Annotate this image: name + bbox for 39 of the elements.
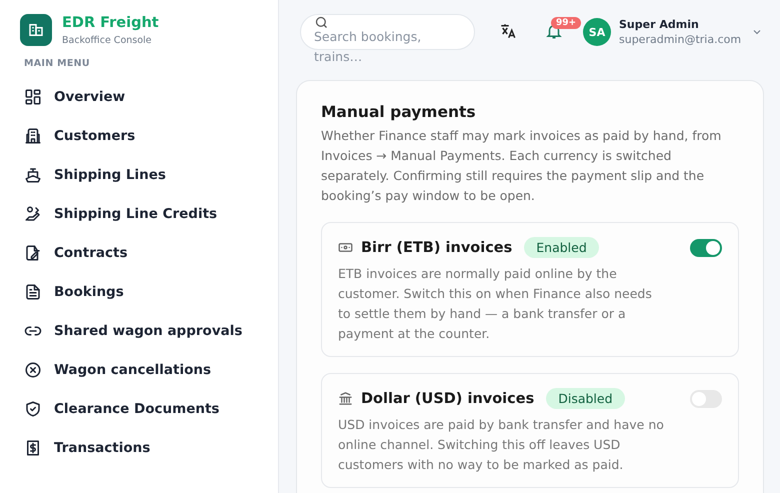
sidebar-item[interactable]: Bookings	[20, 272, 278, 311]
sidebar-item[interactable]: Shared wagon approvals	[20, 311, 278, 350]
currency-title: Birr (ETB) invoices	[361, 240, 512, 256]
ship-icon	[24, 166, 42, 184]
currency-title: Dollar (USD) invoices	[361, 390, 534, 406]
currency-description: ETB invoices are normally paid online by the customer. Switch this on when Finance also needs to settle them by hand — a bank transfer or a payment at the counter.	[338, 265, 653, 343]
bank-icon	[338, 391, 353, 406]
sidebar-item[interactable]: Overview	[20, 77, 278, 116]
status-pill: Enabled	[524, 237, 599, 258]
sidebar-item[interactable]: Customers	[20, 116, 278, 155]
sidebar-item[interactable]: Contracts	[20, 233, 278, 272]
status-pill: Disabled	[546, 388, 625, 409]
building-icon	[27, 21, 45, 39]
section-heading: MAIN MENU	[24, 58, 91, 69]
building-icon	[24, 126, 42, 144]
search-icon	[314, 15, 329, 30]
circle-x-icon	[24, 360, 42, 378]
shield-check-icon	[24, 400, 42, 418]
banknote-icon	[338, 240, 353, 255]
sidebar-item[interactable]: Wagon cancellations	[20, 350, 278, 389]
document-icon	[24, 282, 42, 300]
panel-title: Manual payments	[321, 103, 477, 121]
sidebar-item[interactable]: Shipping Line Credits	[20, 194, 278, 233]
panel-description: Whether Finance staff may mark invoices as paid by hand, from Invoices → Manual Payments. Each currency is switched separately. Confirming still requires the payment slip and the booking’s pay window to be open.	[321, 127, 722, 205]
grid-icon	[24, 88, 42, 106]
sidebar-item[interactable]: Shipping Lines	[20, 155, 278, 194]
toggle-switch[interactable]	[690, 239, 722, 257]
sidebar-item[interactable]: Clearance Documents	[20, 389, 278, 428]
document-pen-icon	[24, 244, 42, 262]
brand-subtitle: Backoffice Console	[62, 34, 153, 46]
sidebar-item[interactable]: Transactions	[20, 428, 278, 467]
notification-badge: 99+	[551, 17, 582, 29]
brand-name: EDR Freight	[62, 14, 159, 30]
translate-icon[interactable]	[499, 22, 517, 40]
currency-description: USD invoices are paid by bank transfer and have no online channel. Switching this off leaves USD customers with no way to be marked as paid.	[338, 416, 665, 474]
dollar-receipt-icon	[24, 438, 42, 456]
user-name: Super Admin	[619, 18, 700, 31]
hand-coin-icon	[24, 204, 42, 222]
user-email: superadmin@tria.com	[619, 33, 742, 46]
